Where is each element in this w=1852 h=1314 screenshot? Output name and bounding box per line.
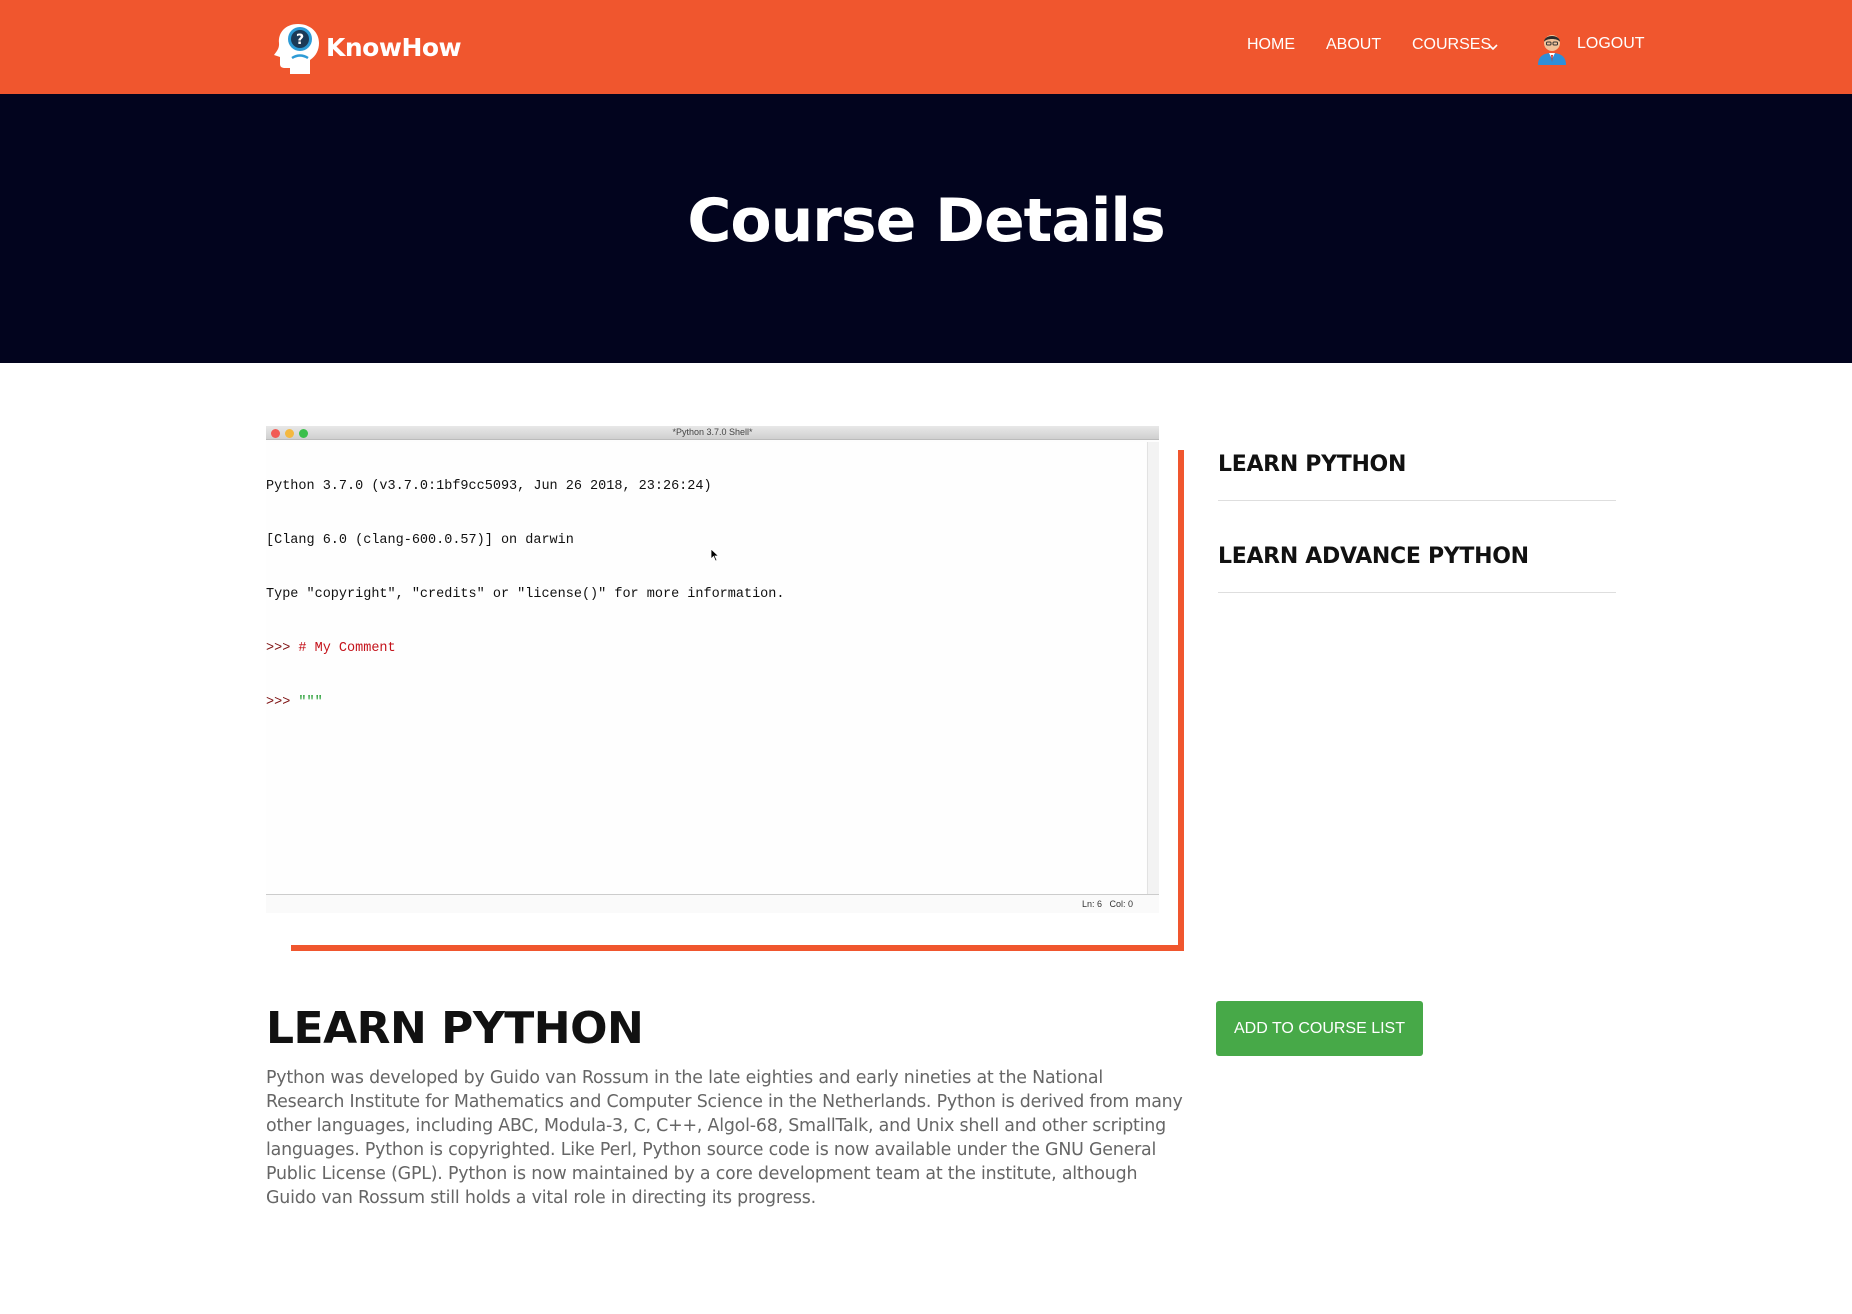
window-title: *Python 3.7.0 Shell*: [672, 427, 753, 437]
hero-banner: Course Details: [0, 94, 1852, 363]
course-title: LEARN PYTHON: [266, 1003, 644, 1054]
sidebar-item-learn-python[interactable]: LEARN PYTHON: [1218, 452, 1616, 501]
page-title: Course Details: [687, 186, 1165, 256]
shell-status-bar: Ln: 6 Col: 0: [266, 894, 1159, 913]
nav-courses[interactable]: COURSES: [1412, 36, 1491, 54]
top-navbar: ? KnowHow HOME ABOUT COURSES LOGOUT: [0, 0, 1852, 94]
add-to-course-list-button[interactable]: ADD TO COURSE LIST: [1216, 1001, 1423, 1056]
shell-scrollbar: [1147, 442, 1159, 894]
shell-line: Python 3.7.0 (v3.7.0:1bf9cc5093, Jun 26 …: [266, 479, 712, 494]
shell-docstring: """: [298, 695, 323, 710]
window-titlebar: *Python 3.7.0 Shell*: [266, 426, 1159, 440]
main-nav: HOME ABOUT COURSES LOGOUT: [0, 0, 1852, 94]
nav-about[interactable]: ABOUT: [1326, 36, 1381, 54]
nav-logout[interactable]: LOGOUT: [1577, 35, 1645, 53]
chevron-down-icon[interactable]: [1486, 40, 1500, 54]
course-image: *Python 3.7.0 Shell* Python 3.7.0 (v3.7.…: [266, 426, 1159, 913]
mouse-cursor-icon: [710, 548, 720, 562]
shell-prompt: >>>: [266, 695, 291, 710]
shell-line: >>> # My Comment: [266, 640, 1146, 658]
sidebar-item-label: LEARN ADVANCE PYTHON: [1218, 544, 1529, 569]
cursor-position: Ln: 6 Col: 0: [1081, 899, 1133, 909]
shell-prompt: >>>: [266, 641, 291, 656]
shell-output: Python 3.7.0 (v3.7.0:1bf9cc5093, Jun 26 …: [266, 442, 1146, 894]
shell-line: [Clang 6.0 (clang-600.0.57)] on darwin: [266, 533, 574, 548]
nav-home[interactable]: HOME: [1247, 36, 1295, 54]
shell-line: >>> """: [266, 694, 1146, 712]
sidebar-item-label: LEARN PYTHON: [1218, 452, 1407, 477]
avatar[interactable]: [1535, 29, 1569, 65]
shell-line: Type "copyright", "credits" or "license(…: [266, 587, 785, 602]
sidebar-item-learn-advance-python[interactable]: LEARN ADVANCE PYTHON: [1218, 544, 1616, 593]
course-description: Python was developed by Guido van Rossum…: [266, 1068, 1183, 1208]
shell-comment: # My Comment: [298, 641, 396, 656]
